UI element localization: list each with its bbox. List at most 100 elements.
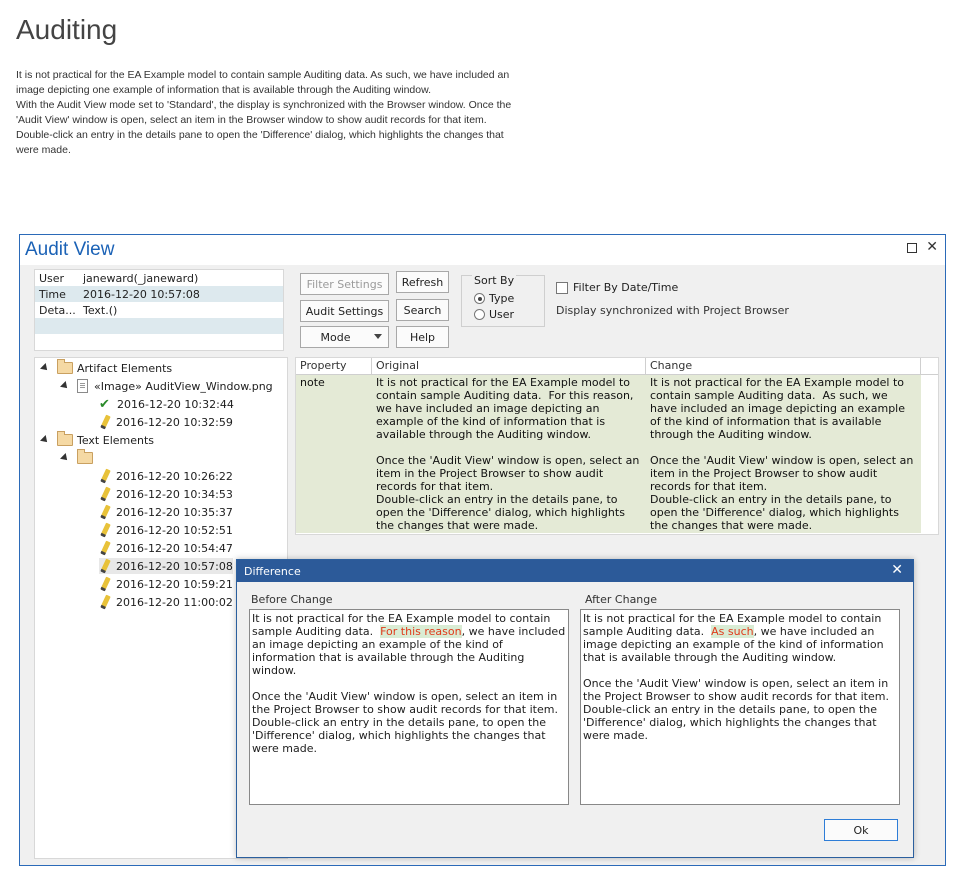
property-value: Text.() — [83, 303, 118, 317]
difference-title: Difference — [244, 565, 301, 578]
tree-record-label: 2016-12-20 10:54:47 — [116, 541, 233, 555]
after-text-post: , we have included an image depicting an… — [583, 625, 889, 742]
pencil-icon — [100, 414, 111, 430]
folder-icon — [57, 431, 73, 446]
difference-dialog: Difference ✕ Before Change After Change … — [236, 559, 914, 858]
before-text-post: , we have included an image depicting an… — [252, 625, 566, 755]
tree-record[interactable]: 2016-12-20 10:26:22 — [99, 468, 233, 484]
pencil-icon — [100, 558, 111, 574]
tree-record-label: 2016-12-20 10:35:37 — [116, 505, 233, 519]
tree-record-selected[interactable]: 2016-12-20 10:57:08 — [99, 558, 233, 574]
tree-record-label: 2016-12-20 10:59:21 — [116, 577, 233, 591]
cell-property: note — [300, 376, 325, 389]
check-icon: ✔ — [99, 396, 110, 412]
before-change-label: Before Change — [251, 593, 333, 606]
filter-settings-button[interactable]: Filter Settings — [300, 273, 389, 295]
after-text-highlight: As such — [711, 625, 754, 638]
cell-change: It is not practical for the EA Example m… — [650, 376, 914, 532]
tree-record-label: 2016-12-20 10:32:59 — [116, 415, 233, 429]
pencil-icon — [100, 540, 111, 556]
maximize-icon[interactable] — [907, 243, 917, 253]
tree-record-label: 2016-12-20 10:52:51 — [116, 523, 233, 537]
chevron-down-icon — [374, 334, 382, 339]
column-header-original[interactable]: Original — [372, 358, 646, 374]
tree-record[interactable]: 2016-12-20 10:59:21 — [99, 576, 233, 592]
properties-panel: User janeward(_janeward) Time 2016-12-20… — [34, 269, 284, 351]
sort-type-radio[interactable]: Type — [474, 292, 514, 305]
tree-node-text-elements[interactable]: Text Elements — [40, 431, 155, 448]
tree-record[interactable]: 2016-12-20 10:34:53 — [99, 486, 233, 502]
tree-record-label: 2016-12-20 10:34:53 — [116, 487, 233, 501]
checkbox-icon — [556, 281, 568, 294]
tree-node-artifact-elements[interactable]: Artifact Elements — [40, 359, 173, 376]
pencil-icon — [100, 504, 111, 520]
mode-label: Mode — [320, 330, 351, 344]
search-button[interactable]: Search — [396, 299, 449, 321]
tree-record[interactable]: 2016-12-20 11:00:02 — [99, 594, 233, 610]
audit-view-titlebar: Audit View ✕ — [20, 235, 945, 265]
ok-button[interactable]: Ok — [824, 819, 898, 841]
after-change-text[interactable]: It is not practical for the EA Example m… — [580, 609, 900, 805]
pencil-icon — [100, 594, 111, 610]
before-change-text[interactable]: It is not practical for the EA Example m… — [249, 609, 569, 805]
tree-node-label: «Image» AuditView_Window.png — [94, 379, 273, 393]
tree-record[interactable]: 2016-12-20 10:32:59 — [99, 414, 233, 430]
difference-titlebar: Difference ✕ — [237, 560, 913, 582]
close-icon[interactable]: ✕ — [926, 239, 938, 255]
property-key: Deta... — [39, 303, 76, 317]
filter-by-date-label: Filter By Date/Time — [573, 281, 679, 294]
sync-status-text: Display synchronized with Project Browse… — [556, 304, 789, 317]
property-key: User — [39, 271, 65, 285]
tree-record[interactable]: 2016-12-20 10:52:51 — [99, 522, 233, 538]
sort-user-label: User — [489, 308, 515, 321]
radio-selected-icon — [474, 293, 485, 304]
help-button[interactable]: Help — [396, 326, 449, 348]
property-row — [35, 318, 283, 334]
tree-record-label: 2016-12-20 10:26:22 — [116, 469, 233, 483]
expand-triangle-icon[interactable] — [40, 435, 50, 445]
radio-unselected-icon — [474, 309, 485, 320]
property-key: Time — [39, 287, 66, 301]
open-folder-icon — [77, 449, 93, 464]
tree-node-label: Artifact Elements — [77, 361, 173, 375]
folder-icon — [57, 359, 73, 374]
intro-paragraph: It is not practical for the EA Example m… — [16, 69, 510, 96]
tree-node-label: Text Elements — [77, 433, 155, 447]
intro-paragraph: With the Audit View mode set to 'Standar… — [16, 99, 512, 156]
tree-record-label: 2016-12-20 10:57:08 — [116, 559, 233, 573]
cell-original: It is not practical for the EA Example m… — [376, 376, 640, 532]
sort-by-group: Sort By Type User — [461, 274, 545, 327]
property-row: User janeward(_janeward) — [35, 270, 283, 286]
document-icon — [77, 379, 88, 393]
expand-triangle-icon[interactable] — [60, 453, 70, 463]
property-value: 2016-12-20 10:57:08 — [83, 287, 200, 301]
pencil-icon — [100, 522, 111, 538]
expand-triangle-icon[interactable] — [40, 363, 50, 373]
tree-record[interactable]: ✔ 2016-12-20 10:32:44 — [99, 396, 234, 412]
expand-triangle-icon[interactable] — [60, 381, 70, 391]
audit-view-title: Audit View — [25, 239, 115, 260]
table-row[interactable]: note It is not practical for the EA Exam… — [296, 375, 921, 533]
sort-user-radio[interactable]: User — [474, 308, 514, 321]
sort-type-label: Type — [489, 292, 515, 305]
tree-node-image[interactable]: «Image» AuditView_Window.png — [60, 378, 273, 394]
column-header-property[interactable]: Property — [296, 358, 372, 374]
after-change-label: After Change — [585, 593, 658, 606]
pencil-icon — [100, 468, 111, 484]
filter-by-date-checkbox[interactable]: Filter By Date/Time — [556, 281, 678, 294]
column-header-change[interactable]: Change — [646, 358, 921, 374]
mode-dropdown[interactable]: Mode — [300, 326, 389, 348]
intro-text: It is not practical for the EA Example m… — [16, 68, 516, 158]
pencil-icon — [100, 576, 111, 592]
audit-settings-button[interactable]: Audit Settings — [300, 300, 389, 322]
property-row: Deta... Text.() — [35, 302, 283, 318]
tree-record[interactable]: 2016-12-20 10:54:47 — [99, 540, 233, 556]
tree-record[interactable]: 2016-12-20 10:35:37 — [99, 504, 233, 520]
tree-node-open-folder[interactable] — [60, 449, 97, 466]
before-text-highlight: For this reason — [380, 625, 462, 638]
refresh-button[interactable]: Refresh — [396, 271, 449, 293]
details-grid: Property Original Change note It is not … — [295, 357, 939, 535]
close-icon[interactable]: ✕ — [891, 562, 903, 578]
pencil-icon — [100, 486, 111, 502]
page-title: Auditing — [16, 14, 118, 45]
